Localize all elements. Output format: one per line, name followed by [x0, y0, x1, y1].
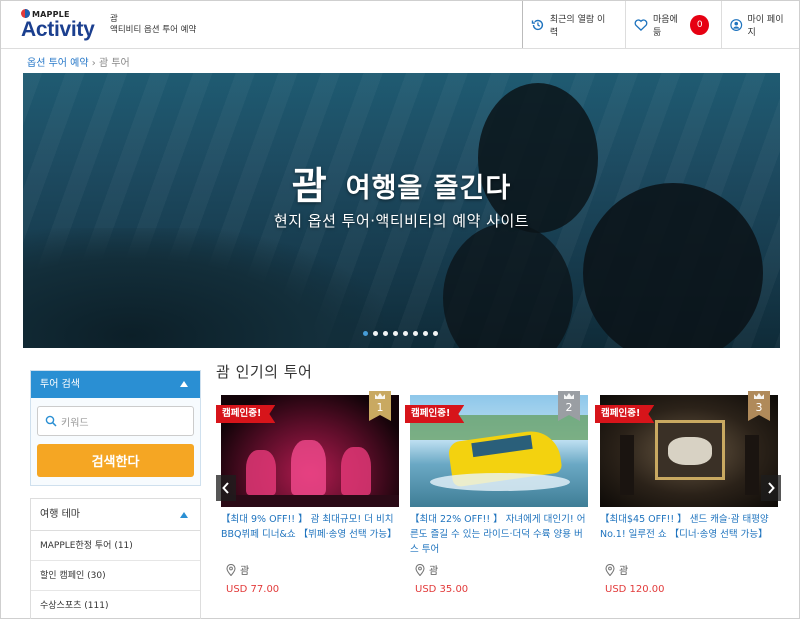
tour-location: 괌 [605, 562, 628, 577]
sidebar: 투어 검색 키워드 검색한다 여행 테마 MAPPLE한정 투어 (11) 할인… [30, 370, 201, 619]
campaign-tag: 캠페인중! [405, 405, 465, 423]
travel-theme-header[interactable]: 여행 테마 [31, 499, 200, 531]
location-pin-icon [226, 563, 236, 576]
carousel-dots [363, 331, 438, 336]
breadcrumb: 옵션 투어 예약 › 괌 투어 [27, 54, 130, 69]
crown-icon [375, 393, 385, 399]
carousel-prev-button[interactable] [216, 475, 236, 501]
favorites-link[interactable]: 마음에 듦 0 [625, 1, 721, 48]
header-nav: 최근의 열람 이력 마음에 듦 0 마이 페이지 [522, 1, 799, 48]
history-icon [531, 19, 544, 30]
hero-reef-shape [23, 228, 383, 348]
tour-price: USD 35.00 [415, 584, 469, 595]
chevron-left-icon [222, 482, 229, 494]
hero-banner[interactable]: 괌 여행을 즐긴다 현지 옵션 투어·액티비티의 예약 사이트 [23, 73, 780, 348]
carousel-dot[interactable] [363, 331, 368, 336]
travel-theme-heading: 여행 테마 [40, 509, 80, 520]
popular-tours-title: 괌 인기의 투어 [216, 363, 313, 381]
keyword-placeholder: 키워드 [61, 417, 89, 429]
favorites-count-badge: 0 [690, 14, 709, 35]
logo-name: Activity [21, 18, 95, 41]
tour-location: 괌 [226, 562, 249, 577]
tour-price: USD 120.00 [605, 584, 665, 595]
theme-item[interactable]: 할인 캠페인 (30) [31, 561, 200, 591]
tour-search-heading: 투어 검색 [40, 379, 80, 390]
user-icon [730, 18, 743, 31]
collapse-caret-icon [180, 512, 188, 518]
carousel-dot[interactable] [403, 331, 408, 336]
carousel-dot[interactable] [413, 331, 418, 336]
site-description: 괌 액티비티 옵션 투어 예약 [110, 14, 196, 36]
search-button[interactable]: 검색한다 [37, 444, 194, 477]
popular-tours-carousel: 캠페인중! 1 【최대 9% OFF!! 】 괌 최대규모! 더 비치 BBQ뷔… [216, 391, 781, 605]
location-pin-icon [605, 563, 615, 576]
tour-price: USD 77.00 [226, 584, 280, 595]
carousel-next-button[interactable] [761, 475, 781, 501]
carousel-dot[interactable] [393, 331, 398, 336]
hero-subtitle: 현지 옵션 투어·액티비티의 예약 사이트 [273, 212, 530, 230]
collapse-caret-icon [180, 381, 188, 387]
hero-title: 괌 여행을 즐긴다 [291, 164, 512, 208]
carousel-dot[interactable] [373, 331, 378, 336]
chevron-right-icon [768, 482, 775, 494]
tour-title-link[interactable]: 【최대$45 OFF!! 】 샌드 캐슬·괌 태평양No.1! 일루전 쇼 【디… [600, 512, 778, 542]
campaign-tag: 캠페인중! [595, 405, 655, 423]
region-label: 괌 [110, 14, 118, 24]
tour-title-link[interactable]: 【최대 9% OFF!! 】 괌 최대규모! 더 비치 BBQ뷔페 디너&쇼 【… [221, 512, 399, 542]
travel-theme-panel: 여행 테마 MAPPLE한정 투어 (11) 할인 캠페인 (30) 수상스포츠… [30, 498, 201, 619]
history-label: 최근의 열람 이력 [549, 14, 606, 38]
mypage-label: 마이 페이지 [747, 14, 784, 38]
breadcrumb-separator: › [91, 58, 96, 69]
favorites-label: 마음에 듦 [652, 14, 678, 38]
theme-item[interactable]: 수상스포츠 (111) [31, 591, 200, 619]
breadcrumb-home-link[interactable]: 옵션 투어 예약 [27, 58, 89, 69]
site-logo[interactable]: MAPPLE Activity [21, 9, 107, 43]
search-icon [45, 415, 57, 427]
heart-icon [634, 18, 648, 31]
tour-search-panel: 투어 검색 키워드 검색한다 [30, 370, 201, 486]
carousel-dot[interactable] [423, 331, 428, 336]
tour-title-link[interactable]: 【최대 22% OFF!! 】 자녀에게 대인기! 어른도 즐길 수 있는 라이… [410, 512, 588, 557]
crown-icon [564, 393, 574, 399]
site-header: MAPPLE Activity 괌 액티비티 옵션 투어 예약 최근의 열람 이… [1, 1, 799, 49]
tour-location: 괌 [415, 562, 438, 577]
carousel-dot[interactable] [433, 331, 438, 336]
location-pin-icon [415, 563, 425, 576]
campaign-tag: 캠페인중! [216, 405, 276, 423]
theme-item[interactable]: MAPPLE한정 투어 (11) [31, 531, 200, 561]
carousel-dot[interactable] [383, 331, 388, 336]
mypage-link[interactable]: 마이 페이지 [721, 1, 799, 48]
keyword-input[interactable]: 키워드 [37, 406, 194, 436]
mapple-logo-icon [21, 9, 30, 18]
site-desc-label: 액티비티 옵션 투어 예약 [110, 25, 197, 35]
breadcrumb-current: 괌 투어 [98, 58, 130, 69]
tour-search-header[interactable]: 투어 검색 [31, 371, 200, 398]
history-link[interactable]: 최근의 열람 이력 [522, 1, 625, 48]
crown-icon [754, 393, 764, 399]
